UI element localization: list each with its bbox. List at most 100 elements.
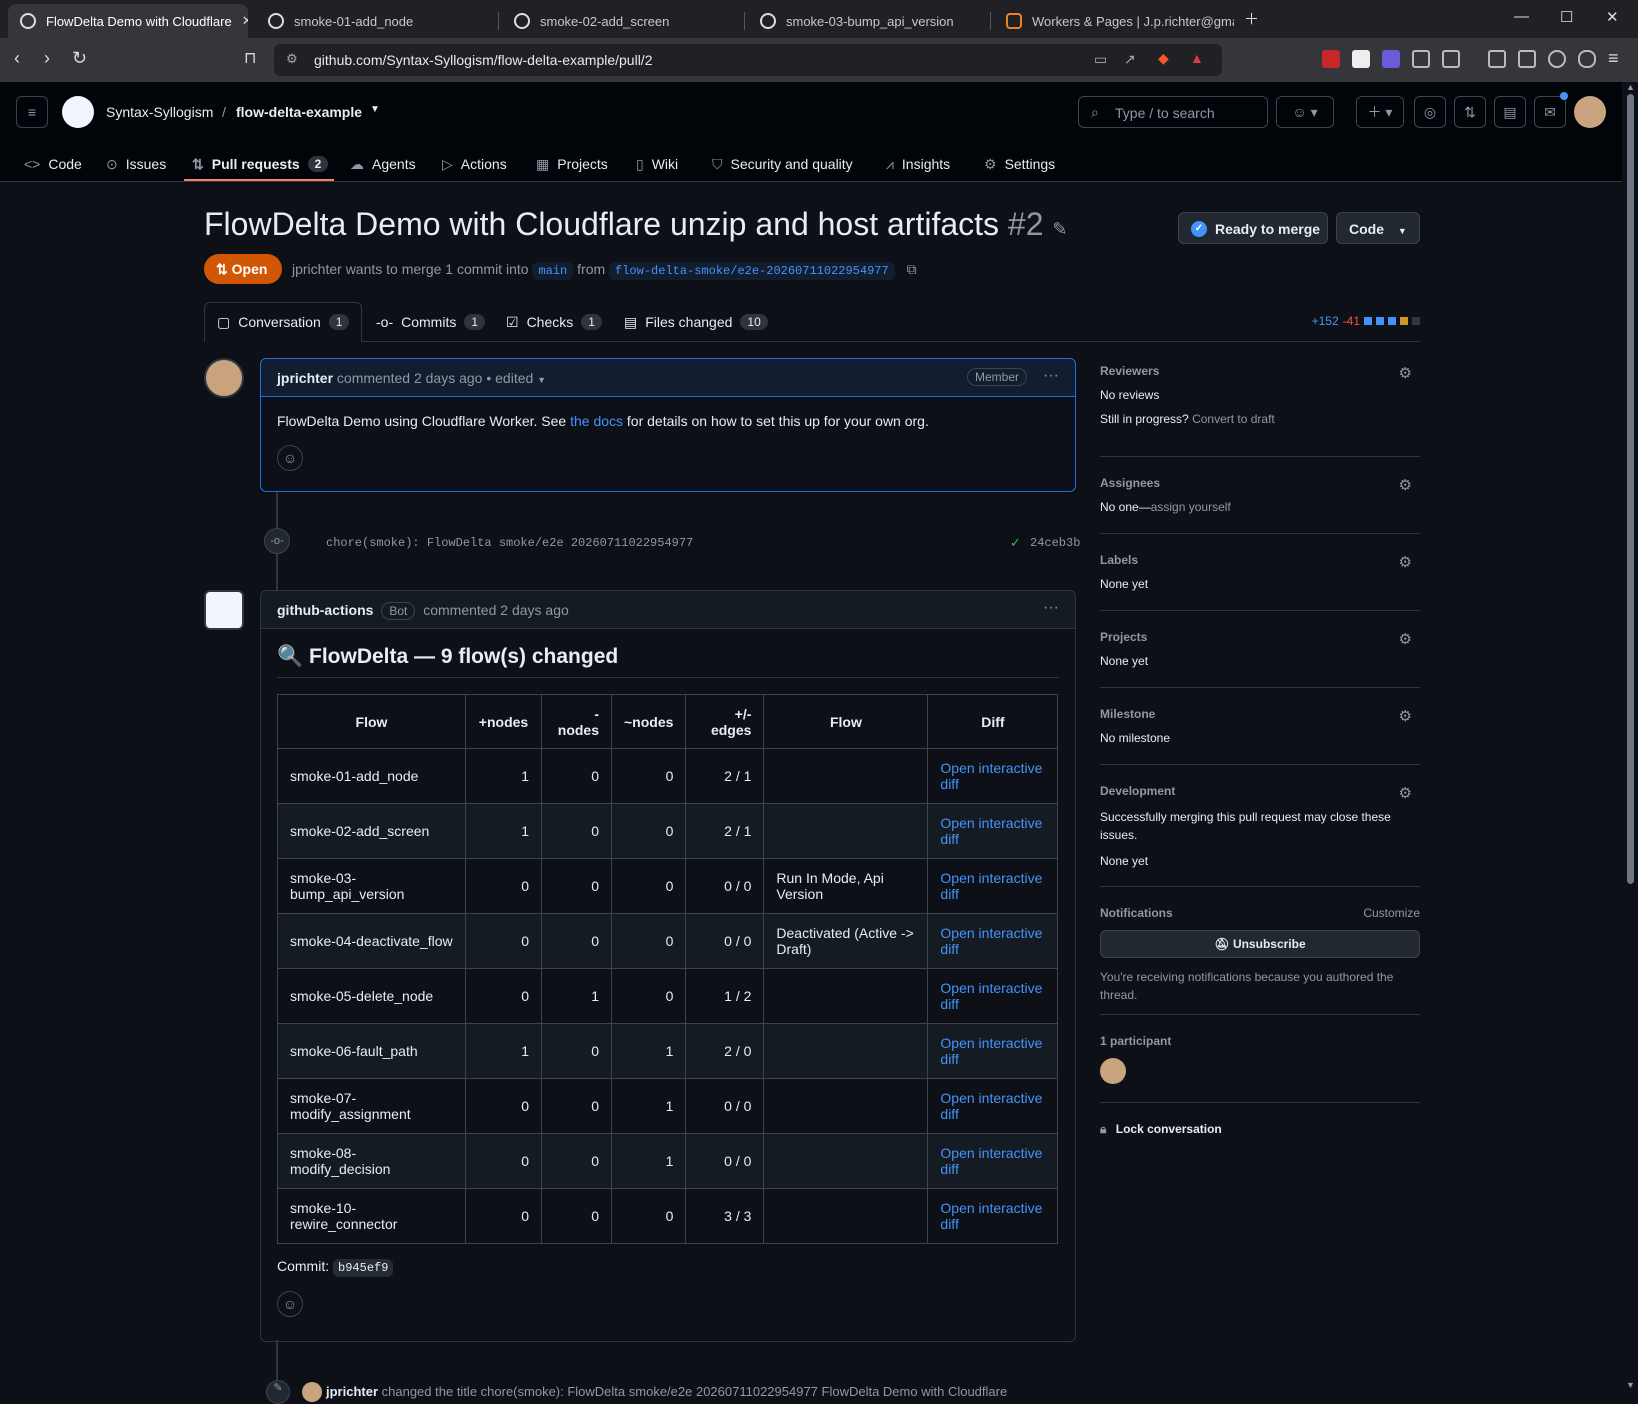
page-scrollbar[interactable]: ▲ ▼ [1622,82,1638,1392]
sidebar-toggle-icon[interactable] [1488,50,1506,68]
docs-link[interactable]: the docs [570,413,623,429]
wallet-icon[interactable] [1518,50,1536,68]
open-interactive-diff-link[interactable]: Open interactive diff [940,980,1042,1012]
browser-tab[interactable]: smoke-03-bump_api_version [748,4,988,38]
leo-ai-icon[interactable] [1548,50,1566,68]
copilot-button[interactable]: ☺ ▾ [1276,96,1334,128]
issues-icon[interactable]: ◎ [1414,96,1446,128]
comment-author[interactable]: jprichter [277,370,333,386]
lock-conversation[interactable]: 🔒︎ Lock conversation [1100,1122,1420,1137]
nav-security[interactable]: ⛉ Security and quality [712,146,853,182]
github-logo-icon[interactable] [62,96,94,128]
back-icon[interactable]: ‹ [14,48,20,69]
pull-requests-icon[interactable]: ⇅ [1454,96,1486,128]
create-new-button[interactable]: ＋ ▾ [1356,96,1404,128]
section-heading[interactable]: Reviewers [1100,364,1420,378]
site-info-icon[interactable]: ⚙ [286,51,298,67]
extensions-icon[interactable] [1412,50,1430,68]
kebab-menu-icon[interactable]: ··· [1043,599,1059,617]
bookmark-icon[interactable]: ⊓ [244,48,256,68]
section-heading[interactable]: Milestone [1100,707,1420,721]
open-interactive-diff-link[interactable]: Open interactive diff [940,815,1042,847]
add-reaction-icon[interactable]: ☺ [277,1291,303,1317]
comment-time[interactable]: 2 days ago [414,370,483,386]
scroll-down-icon[interactable]: ▼ [1626,1380,1635,1390]
nav-insights[interactable]: ⩘ Insights [886,146,950,182]
avatar[interactable] [204,358,244,398]
open-interactive-diff-link[interactable]: Open interactive diff [940,760,1042,792]
repositories-icon[interactable]: ▤ [1494,96,1526,128]
github-actions-avatar[interactable] [204,590,244,630]
tab-conversation[interactable]: ▢ Conversation 1 [204,302,363,342]
search-input[interactable]: ⌕ Type / to search [1078,96,1268,128]
add-reaction-icon[interactable]: ☺ [277,445,303,471]
browser-tab-active[interactable]: FlowDelta Demo with Cloudflare ✕ [8,4,248,38]
gear-icon[interactable]: ⚙ [1399,553,1412,571]
brave-shield-icon[interactable]: ◆ [1158,50,1169,67]
gear-icon[interactable]: ⚙ [1399,707,1412,725]
author-link[interactable]: jprichter [292,261,342,277]
open-interactive-diff-link[interactable]: Open interactive diff [940,1090,1042,1122]
nav-agents[interactable]: ☁ Agents [350,146,416,182]
user-avatar[interactable] [1574,96,1606,128]
comment-author[interactable]: github-actions [277,602,373,618]
screenshot-icon[interactable] [1442,50,1460,68]
brave-rewards-icon[interactable]: ▲ [1190,50,1204,66]
repo-name-link[interactable]: flow-delta-example [236,104,362,120]
repo-owner-link[interactable]: Syntax-Syllogism [106,104,213,120]
nav-code[interactable]: <> Code [24,146,82,182]
open-interactive-diff-link[interactable]: Open interactive diff [940,1200,1042,1232]
share-icon[interactable]: ↗ [1124,51,1136,68]
browser-tab[interactable]: smoke-01-add_node [256,4,496,38]
vpn-icon[interactable] [1578,50,1596,68]
nav-actions[interactable]: ▷ Actions [442,146,507,182]
menu-icon[interactable]: ≡ [1608,48,1619,69]
nav-settings[interactable]: ⚙ Settings [984,146,1055,182]
gear-icon[interactable]: ⚙ [1399,784,1412,802]
commit-message-link[interactable]: chore(smoke): FlowDelta smoke/e2e 202607… [326,536,693,550]
extension-red-icon[interactable] [1322,50,1340,68]
browser-tab[interactable]: smoke-02-add_screen [502,4,742,38]
scroll-up-icon[interactable]: ▲ [1626,82,1635,92]
minimize-icon[interactable]: — [1514,8,1529,25]
reload-icon[interactable]: ↻ [72,48,87,69]
tab-checks[interactable]: ☑ Checks 1 [494,302,614,342]
convert-to-draft-link[interactable]: Convert to draft [1192,412,1275,426]
customize-link[interactable]: Customize [1363,906,1420,920]
open-interactive-diff-link[interactable]: Open interactive diff [940,925,1042,957]
tab-files-changed[interactable]: ▤ Files changed 10 [612,302,780,342]
extension-info-icon[interactable] [1352,50,1370,68]
edited-indicator[interactable]: • edited [486,370,533,386]
open-interactive-diff-link[interactable]: Open interactive diff [940,1035,1042,1067]
section-heading[interactable]: Development [1100,784,1420,798]
maximize-icon[interactable]: ☐ [1560,8,1573,26]
code-dropdown-button[interactable]: Code ▼ [1336,212,1420,244]
caret-down-icon[interactable]: ▼ [537,375,546,385]
ready-to-merge-button[interactable]: ✓ Ready to merge [1178,212,1328,244]
gear-icon[interactable]: ⚙ [1399,476,1412,494]
gear-icon[interactable]: ⚙ [1399,630,1412,648]
forward-icon[interactable]: › [44,48,50,69]
new-tab-icon[interactable]: ＋ [1244,8,1259,29]
inbox-icon[interactable]: ✉ [1534,96,1566,128]
assign-yourself-link[interactable]: assign yourself [1151,500,1231,514]
open-interactive-diff-link[interactable]: Open interactive diff [940,1145,1042,1177]
copy-icon[interactable]: ⧉ [907,261,917,277]
extension-purple-icon[interactable] [1382,50,1400,68]
head-branch[interactable]: flow-delta-smoke/e2e-20260711022954977 [609,262,895,280]
edit-pencil-icon[interactable]: ✎ [1052,219,1067,239]
section-heading[interactable]: Projects [1100,630,1420,644]
base-branch[interactable]: main [532,262,574,280]
gear-icon[interactable]: ⚙ [1399,364,1412,382]
section-heading[interactable]: Assignees [1100,476,1420,490]
scrollbar-thumb[interactable] [1627,94,1634,884]
close-window-icon[interactable]: ✕ [1606,8,1619,26]
comment-time[interactable]: 2 days ago [500,602,569,618]
cast-icon[interactable]: ▭ [1094,51,1107,68]
tab-commits[interactable]: -o- Commits 1 [364,302,497,342]
section-heading[interactable]: Labels [1100,553,1420,567]
participant-avatar[interactable] [1100,1058,1126,1084]
nav-issues[interactable]: ⊙ Issues [106,146,166,182]
nav-wiki[interactable]: ▯ Wiki [636,146,678,182]
hamburger-menu-icon[interactable]: ≡ [16,96,48,128]
